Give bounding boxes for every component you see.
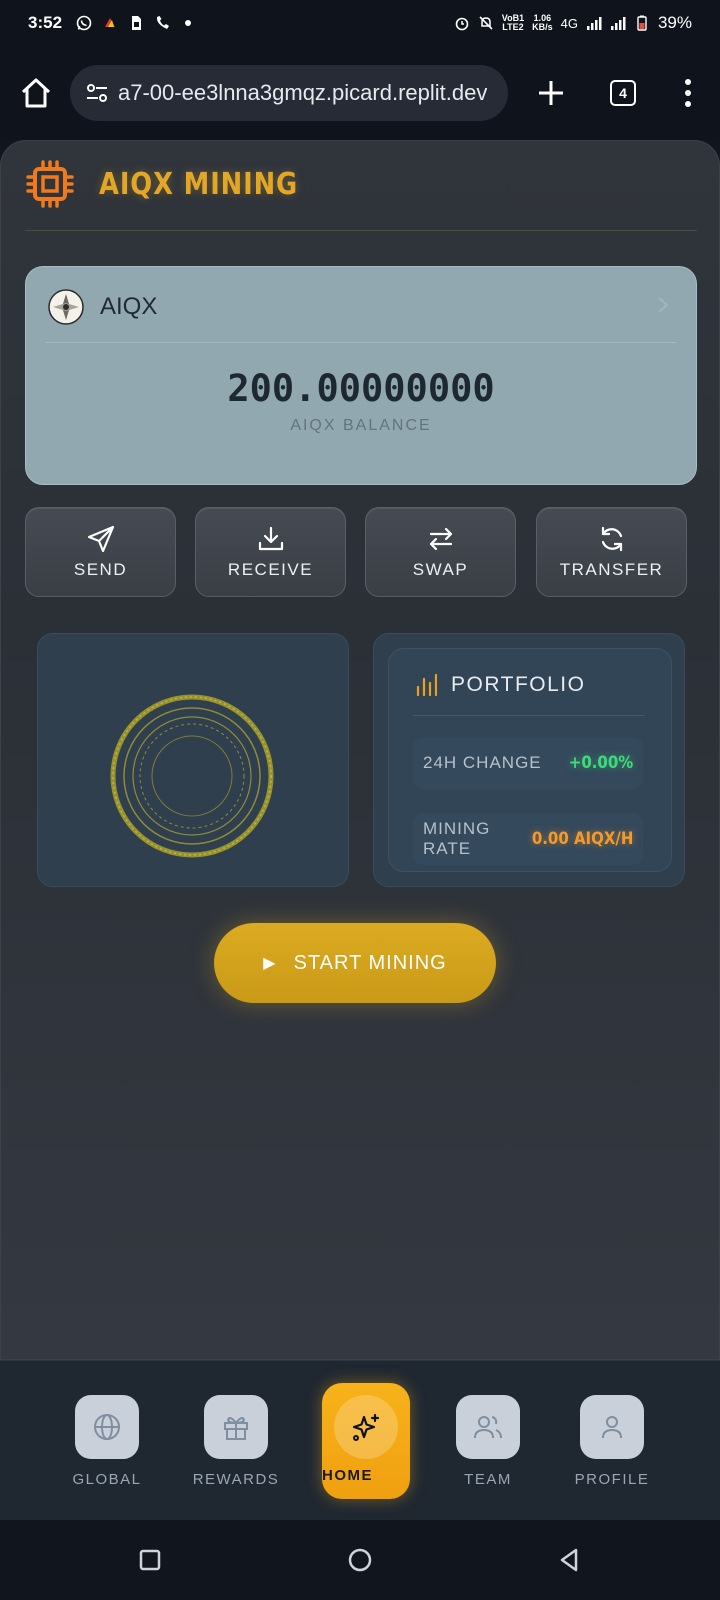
nav-item-global[interactable]: GLOBAL [52, 1395, 162, 1488]
mining-app: AIQX MINING AIQX 200.00000000 AIQX BALAN… [0, 140, 720, 1360]
cpu-chip-icon [26, 160, 74, 208]
mining-rate-row: MINING RATE 0.00 AIQX/H [413, 813, 643, 865]
start-mining-button[interactable]: ▶ START MINING [214, 923, 496, 1003]
action-buttons: SEND RECEIVE SWAP TRANSFER [25, 507, 697, 597]
nav-item-home[interactable]: HOME [322, 1383, 410, 1499]
change-label: 24H CHANGE [423, 753, 542, 772]
send-icon [87, 525, 114, 553]
send-button[interactable]: SEND [25, 507, 176, 597]
portfolio-divider [413, 715, 645, 716]
card-divider [46, 342, 676, 343]
users-icon [474, 1416, 502, 1439]
app-notification-icon [105, 18, 116, 27]
start-mining-label: START MINING [293, 951, 447, 974]
signal-icon [586, 17, 602, 30]
whatsapp-icon [76, 15, 92, 31]
nav-label-team: TEAM [464, 1471, 512, 1488]
home-icon[interactable] [18, 75, 54, 111]
url-text[interactable]: a7-00-ee3lnna3gmqz.picard.replit.dev [118, 80, 487, 106]
balance-amount: 200.00000000 [227, 367, 495, 410]
send-label: SEND [73, 560, 128, 579]
dot-icon [185, 20, 192, 26]
mining-rate-value: 0.00 AIQX/H [531, 829, 633, 849]
battery-icon [637, 15, 647, 31]
swap-button[interactable]: SWAP [365, 507, 516, 597]
bar-chart-icon [416, 673, 437, 697]
nav-item-profile[interactable]: PROFILE [557, 1395, 667, 1488]
signal-2-icon [610, 17, 626, 30]
token-name: AIQX [100, 293, 158, 320]
new-tab-icon[interactable] [534, 76, 568, 110]
app-header: AIQX MINING [25, 159, 330, 209]
swap-label: SWAP [412, 560, 469, 579]
change-value: +0.00% [568, 753, 633, 773]
sim-icon [132, 16, 142, 30]
status-time: 3:52 [28, 13, 63, 32]
play-icon: ▶ [263, 955, 276, 972]
call-icon [156, 16, 170, 29]
tab-switcher-button[interactable]: 4 [610, 80, 636, 106]
browser-toolbar: a7-00-ee3lnna3gmqz.picard.replit.dev 4 [0, 46, 720, 140]
mining-rate-label: MINING RATE [423, 819, 491, 858]
system-navigation-bar [0, 1520, 720, 1600]
header-divider [25, 230, 697, 231]
refresh-icon [601, 526, 622, 552]
mute-icon [479, 16, 493, 30]
net-speed: 1.06 KB/s [532, 13, 553, 32]
user-icon [602, 1416, 622, 1439]
transfer-label: TRANSFER [559, 560, 664, 579]
nav-label-profile: PROFILE [574, 1471, 650, 1488]
app-title: AIQX MINING [99, 166, 299, 202]
mining-visual-panel [37, 633, 349, 887]
nav-label-home: HOME [322, 1467, 373, 1484]
globe-icon [94, 1414, 120, 1440]
chevron-right-icon[interactable] [656, 295, 670, 315]
nav-label-global: GLOBAL [72, 1471, 142, 1488]
receive-label: RECEIVE [227, 560, 314, 579]
address-bar[interactable]: a7-00-ee3lnna3gmqz.picard.replit.dev [70, 65, 508, 121]
site-settings-icon[interactable] [84, 80, 110, 106]
home-circle-icon[interactable] [344, 1544, 376, 1576]
mining-rings-icon [110, 694, 274, 858]
swap-icon [429, 527, 452, 551]
alarm-icon [455, 17, 469, 31]
transfer-button[interactable]: TRANSFER [536, 507, 687, 597]
portfolio-title: PORTFOLIO [451, 673, 586, 696]
back-icon[interactable] [554, 1544, 586, 1576]
battery-percent: 39% [657, 13, 692, 32]
bottom-nav: GLOBAL REWARDS HOME TEAM PROFILE [0, 1360, 720, 1520]
volte-indicator: VoB1 LTE2 [501, 13, 525, 32]
network-type: 4G [560, 15, 578, 31]
portfolio-card: PORTFOLIO 24H CHANGE +0.00% MINING RATE … [388, 648, 672, 872]
status-bar: 3:52 VoB1 LTE2 1.06 KB/s 4G 39% [0, 0, 720, 46]
aiqx-logo-icon [48, 289, 84, 325]
download-icon [258, 526, 283, 551]
change-row: 24H CHANGE +0.00% [413, 737, 643, 789]
gift-icon [224, 1417, 248, 1440]
sparkles-icon [352, 1413, 380, 1441]
receive-button[interactable]: RECEIVE [195, 507, 346, 597]
balance-card[interactable]: AIQX 200.00000000 AIQX BALANCE [25, 266, 697, 485]
system-icons: VoB1 LTE2 1.06 KB/s 4G 39% [454, 13, 692, 33]
token-row: AIQX [48, 289, 157, 325]
portfolio-header: PORTFOLIO [415, 673, 585, 697]
recents-icon[interactable] [134, 1544, 166, 1576]
balance-label: AIQX BALANCE [290, 417, 432, 434]
nav-label-rewards: REWARDS [192, 1471, 280, 1488]
overflow-menu-icon[interactable] [684, 79, 692, 107]
portfolio-panel: PORTFOLIO 24H CHANGE +0.00% MINING RATE … [373, 633, 685, 887]
nav-item-team[interactable]: TEAM [433, 1395, 543, 1488]
notification-icons [76, 15, 196, 31]
nav-item-rewards[interactable]: REWARDS [181, 1395, 291, 1488]
